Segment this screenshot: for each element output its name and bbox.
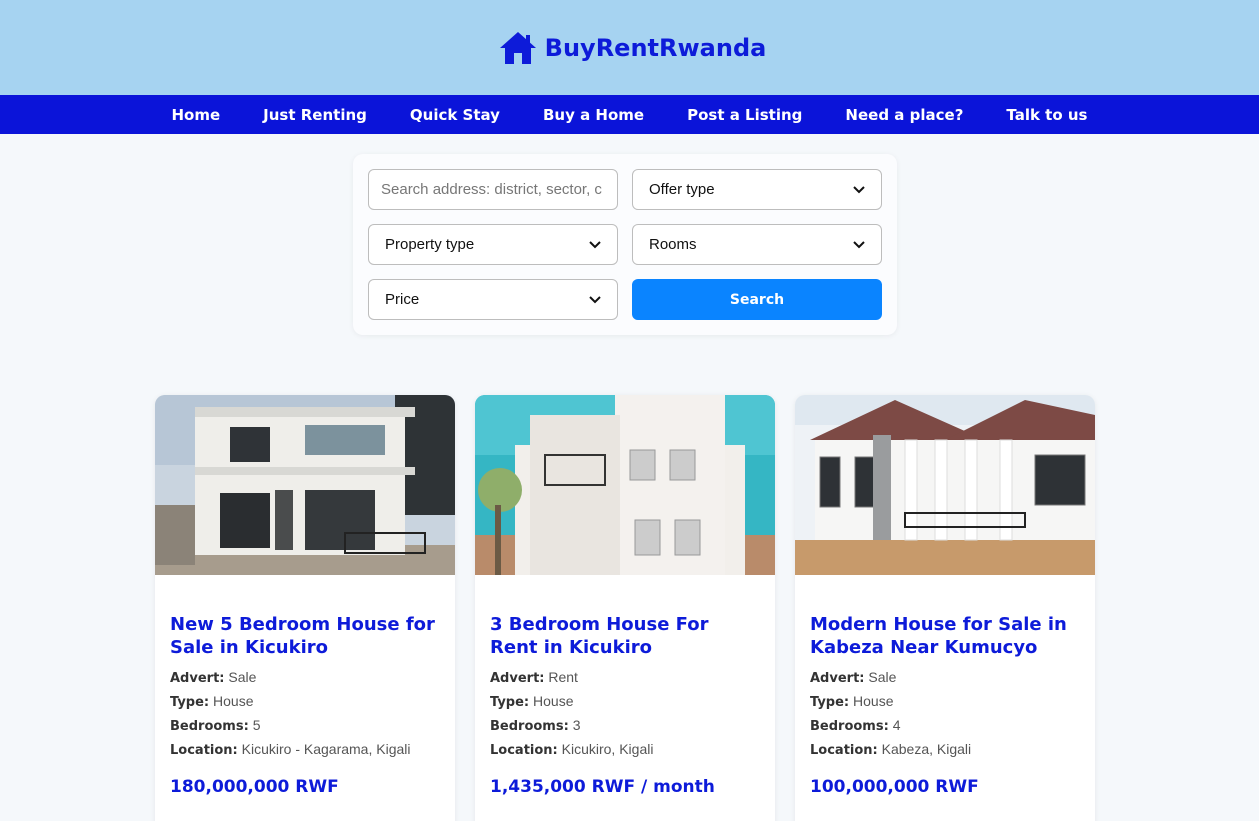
listing-card[interactable]: Modern House for Sale in Kabeza Near Kum… (795, 395, 1095, 821)
brand-logo[interactable]: BuyRentRwanda (499, 31, 767, 65)
rooms-select[interactable]: Rooms (632, 224, 882, 265)
offer-type-select[interactable]: Offer type (632, 169, 882, 210)
listing-title[interactable]: 3 Bedroom House For Rent in Kicukiro (490, 613, 760, 659)
listing-card[interactable]: New 5 Bedroom House for Sale in Kicukiro… (155, 395, 455, 821)
listing-photo[interactable] (475, 395, 775, 575)
house-icon (499, 31, 536, 64)
listing-advert: Advert: Rent (490, 669, 578, 686)
nav-need-a-place[interactable]: Need a place? (824, 106, 985, 124)
listing-photo[interactable] (795, 395, 1095, 575)
brand-name: BuyRentRwanda (544, 33, 767, 62)
listing-price: 100,000,000 RWF (810, 777, 979, 797)
search-address-input[interactable]: Search address: district, sector, c (368, 169, 618, 210)
nav-post-a-listing[interactable]: Post a Listing (666, 106, 824, 124)
offer-type-value: Offer type (649, 181, 715, 198)
listing-location: Location: Kicukiro, Kigali (490, 741, 654, 758)
main-nav: Home Just Renting Quick Stay Buy a Home … (0, 95, 1259, 134)
listing-location: Location: Kabeza, Kigali (810, 741, 972, 758)
nav-talk-to-us[interactable]: Talk to us (985, 106, 1109, 124)
search-panel: Search address: district, sector, c Offe… (353, 154, 897, 335)
site-header: BuyRentRwanda (0, 0, 1259, 95)
nav-just-renting[interactable]: Just Renting (242, 106, 389, 124)
listing-advert: Advert: Sale (170, 669, 257, 686)
search-button[interactable]: Search (632, 279, 882, 320)
nav-buy-a-home[interactable]: Buy a Home (521, 106, 665, 124)
listing-title[interactable]: Modern House for Sale in Kabeza Near Kum… (810, 613, 1080, 659)
listing-price: 180,000,000 RWF (170, 777, 339, 797)
chevron-down-icon (589, 240, 601, 248)
listing-type: Type: House (490, 693, 574, 710)
listing-bedrooms: Bedrooms: 4 (810, 717, 901, 734)
listing-bedrooms: Bedrooms: 3 (490, 717, 581, 734)
listing-advert: Advert: Sale (810, 669, 897, 686)
listing-card[interactable]: 3 Bedroom House For Rent in Kicukiro Adv… (475, 395, 775, 821)
listing-price: 1,435,000 RWF / month (490, 777, 715, 797)
listing-title[interactable]: New 5 Bedroom House for Sale in Kicukiro (170, 613, 440, 659)
nav-home[interactable]: Home (150, 106, 242, 124)
listing-type: Type: House (170, 693, 254, 710)
listings-grid: New 5 Bedroom House for Sale in Kicukiro… (155, 395, 1095, 821)
price-select[interactable]: Price (368, 279, 618, 320)
chevron-down-icon (589, 295, 601, 303)
property-type-value: Property type (385, 236, 475, 253)
listing-location: Location: Kicukiro - Kagarama, Kigali (170, 741, 411, 758)
property-type-select[interactable]: Property type (368, 224, 618, 265)
chevron-down-icon (853, 185, 865, 193)
listing-type: Type: House (810, 693, 894, 710)
listing-photo[interactable] (155, 395, 455, 575)
listing-bedrooms: Bedrooms: 5 (170, 717, 261, 734)
chevron-down-icon (853, 240, 865, 248)
nav-quick-stay[interactable]: Quick Stay (388, 106, 521, 124)
price-value: Price (385, 291, 420, 308)
rooms-value: Rooms (649, 236, 697, 253)
